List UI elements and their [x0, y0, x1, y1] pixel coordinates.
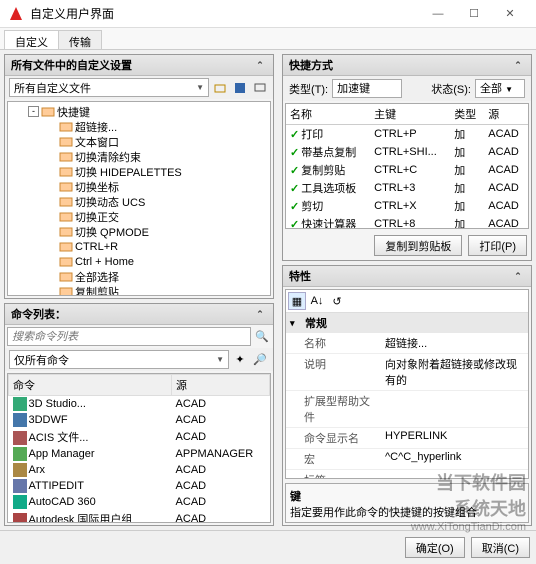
save-icon[interactable]: [231, 79, 249, 97]
prop-macro-key: 宏: [286, 449, 381, 469]
alphabetical-icon[interactable]: A↓: [308, 292, 326, 310]
app-logo-icon: [8, 6, 24, 22]
prop-display-value[interactable]: HYPERLINK: [381, 428, 528, 448]
command-row[interactable]: ACIS 文件...ACAD: [9, 428, 270, 446]
tree-item[interactable]: Ctrl + Home: [10, 254, 268, 269]
categorized-icon[interactable]: ▦: [288, 292, 306, 310]
tree-item[interactable]: 切换正交: [10, 209, 268, 224]
tree-item[interactable]: 切换清除约束: [10, 149, 268, 164]
tree-item[interactable]: 切换动态 UCS: [10, 194, 268, 209]
command-row[interactable]: 3DDWFACAD: [9, 412, 270, 428]
shortcut-row[interactable]: ✓打印CTRL+P加ACAD: [286, 125, 528, 144]
command-search-input[interactable]: [7, 327, 251, 346]
tree-item[interactable]: -快捷键: [10, 104, 268, 119]
display-icon[interactable]: [251, 79, 269, 97]
properties-title: 特性: [289, 268, 311, 284]
type-select[interactable]: 加速键: [332, 79, 402, 98]
prop-help-value[interactable]: [381, 391, 528, 427]
command-filter-combo[interactable]: 仅所有命令▼: [9, 350, 229, 369]
find-icon[interactable]: 🔎: [251, 351, 269, 369]
command-row[interactable]: App ManagerAPPMANAGER: [9, 446, 270, 462]
panel-collapse-icon[interactable]: ⌃: [253, 307, 267, 321]
panel-collapse-icon[interactable]: ⌃: [511, 269, 525, 283]
shortcuts-table[interactable]: 名称主键类型源✓打印CTRL+P加ACAD✓带基点复制CTRL+SHI...加A…: [285, 103, 529, 229]
shortcut-row[interactable]: ✓快速计算器CTRL+8加ACAD: [286, 215, 528, 229]
prop-display-key: 命令显示名: [286, 428, 381, 448]
command-list[interactable]: 命令源3D Studio...ACAD3DDWFACADACIS 文件...AC…: [7, 373, 271, 523]
tree-item[interactable]: 复制剪贴: [10, 284, 268, 296]
close-button[interactable]: ✕: [492, 0, 528, 28]
property-description: 键 指定要用作此命令的快捷键的按键组合: [285, 483, 529, 523]
tree-item[interactable]: CTRL+R: [10, 239, 268, 254]
new-command-icon[interactable]: ✦: [231, 351, 249, 369]
command-row[interactable]: AutoCAD 360ACAD: [9, 494, 270, 510]
type-label: 类型(T):: [289, 81, 328, 97]
shortcut-row[interactable]: ✓剪切CTRL+X加ACAD: [286, 197, 528, 215]
panel-collapse-icon[interactable]: ⌃: [253, 58, 267, 72]
command-row[interactable]: ATTIPEDITACAD: [9, 478, 270, 494]
state-select[interactable]: 全部 ▼: [475, 79, 525, 98]
prop-name-value[interactable]: 超链接...: [381, 333, 528, 353]
customizations-title: 所有文件中的自定义设置: [11, 57, 132, 73]
prop-name-key: 名称: [286, 333, 381, 353]
prop-desc-value[interactable]: 向对象附着超链接或修改现有的: [381, 354, 528, 390]
maximize-button[interactable]: ☐: [456, 0, 492, 28]
open-icon[interactable]: [211, 79, 229, 97]
window-title: 自定义用户界面: [30, 5, 420, 22]
tree-item[interactable]: 切换 HIDEPALETTES: [10, 164, 268, 179]
panel-collapse-icon[interactable]: ⌃: [511, 58, 525, 72]
command-row[interactable]: ArxACAD: [9, 462, 270, 478]
command-row[interactable]: Autodesk 国际用户组ACAD: [9, 510, 270, 523]
category-general[interactable]: ▾常规: [286, 313, 528, 333]
tree-item[interactable]: 超链接...: [10, 119, 268, 134]
prop-tag-value[interactable]: [381, 470, 528, 479]
tree-item[interactable]: 切换 QPMODE: [10, 224, 268, 239]
ok-button[interactable]: 确定(O): [405, 537, 465, 558]
customization-files-combo[interactable]: 所有自定义文件▼: [9, 78, 209, 97]
shortcut-row[interactable]: ✓工具选项板CTRL+3加ACAD: [286, 179, 528, 197]
command-list-panel-header: 命令列表： ⌃: [5, 304, 273, 325]
prop-help-key: 扩展型帮助文件: [286, 391, 381, 427]
tree-item[interactable]: 文本窗口: [10, 134, 268, 149]
tree-item[interactable]: 全部选择: [10, 269, 268, 284]
print-button[interactable]: 打印(P): [468, 235, 527, 256]
prop-macro-value[interactable]: ^C^C_hyperlink: [381, 449, 528, 469]
copy-clipboard-button[interactable]: 复制到剪贴板: [374, 235, 462, 256]
command-row[interactable]: 3D Studio...ACAD: [9, 396, 270, 413]
properties-grid[interactable]: ▦ A↓ ↺ ▾常规 名称超链接... 说明向对象附着超链接或修改现有的 扩展型…: [285, 289, 529, 479]
shortcut-row[interactable]: ✓复制剪贴CTRL+C加ACAD: [286, 161, 528, 179]
search-icon[interactable]: 🔍: [253, 327, 271, 345]
customization-tree[interactable]: -快捷键超链接...文本窗口切换清除约束切换 HIDEPALETTES切换坐标切…: [7, 101, 271, 296]
prop-desc-key: 说明: [286, 354, 381, 390]
tab-transfer[interactable]: 传输: [58, 30, 102, 49]
reset-icon[interactable]: ↺: [328, 292, 346, 310]
state-label: 状态(S):: [431, 81, 471, 97]
shortcuts-panel-header: 快捷方式 ⌃: [283, 55, 531, 76]
titlebar: 自定义用户界面 — ☐ ✕: [0, 0, 536, 28]
shortcut-row[interactable]: ✓带基点复制CTRL+SHI...加ACAD: [286, 143, 528, 161]
main-tabs: 自定义 传输: [0, 28, 536, 50]
shortcuts-title: 快捷方式: [289, 57, 333, 73]
customizations-panel-header: 所有文件中的自定义设置 ⌃: [5, 55, 273, 76]
dialog-footer: 确定(O) 取消(C): [0, 530, 536, 564]
tree-item[interactable]: 切换坐标: [10, 179, 268, 194]
tab-customize[interactable]: 自定义: [4, 30, 59, 49]
cancel-button[interactable]: 取消(C): [471, 537, 530, 558]
minimize-button[interactable]: —: [420, 0, 456, 28]
properties-panel-header: 特性 ⌃: [283, 266, 531, 287]
prop-tag-key: 标签: [286, 470, 381, 479]
command-list-title: 命令列表：: [11, 306, 66, 322]
